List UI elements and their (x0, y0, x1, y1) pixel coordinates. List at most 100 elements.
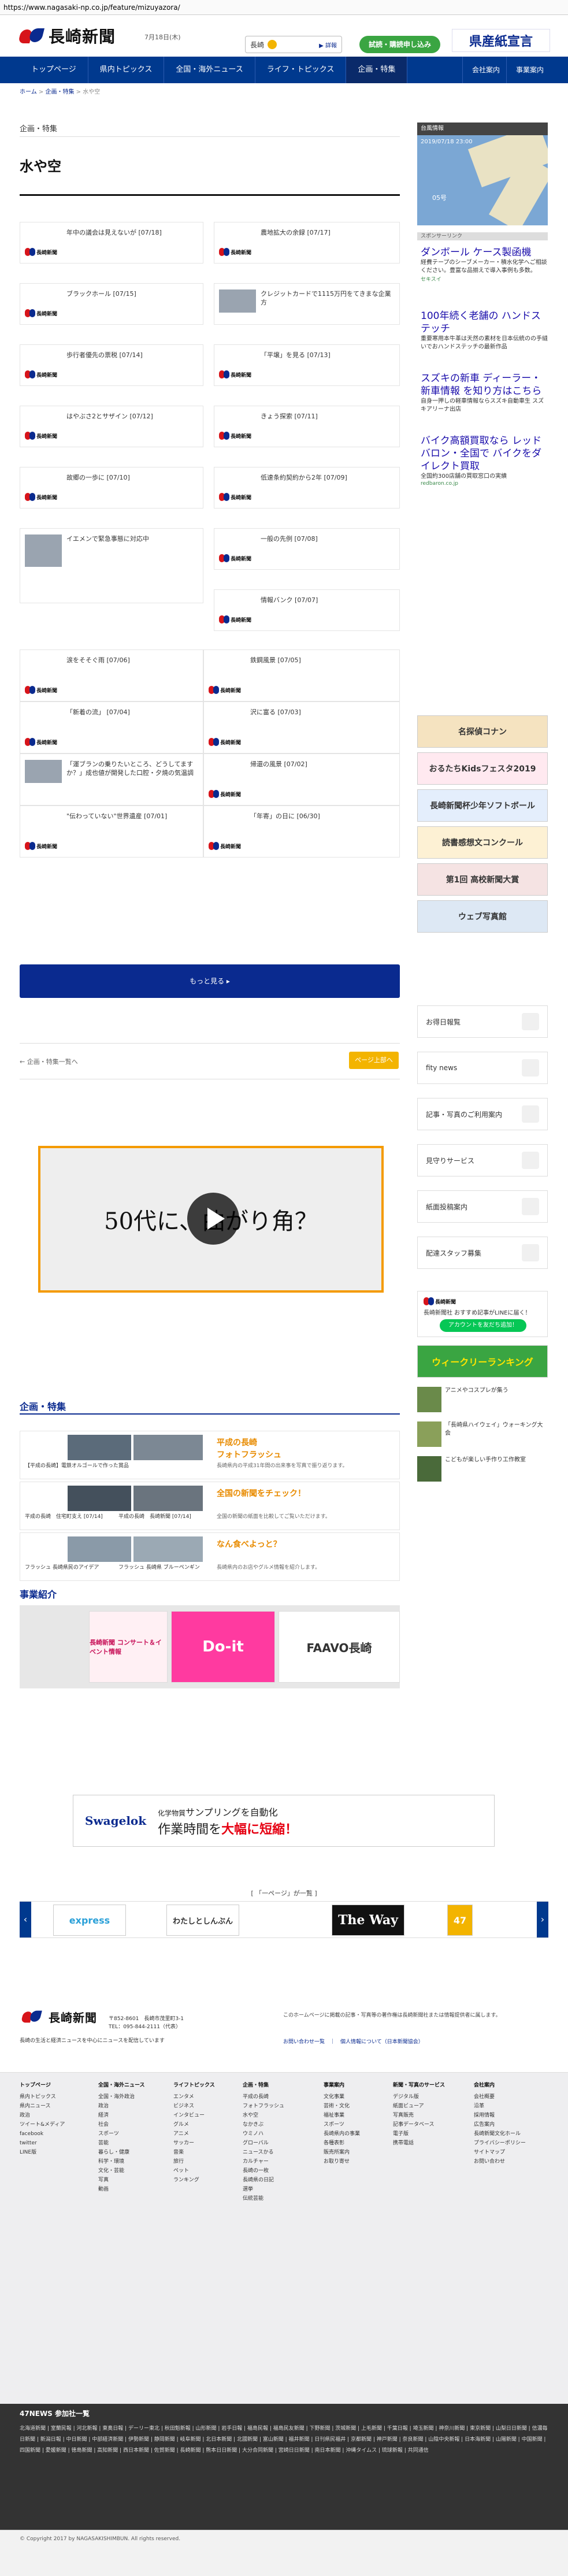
footer-link[interactable]: 旅行 (173, 2157, 215, 2166)
footer-link[interactable]: 長崎県内の事業 (324, 2129, 360, 2139)
footer-link[interactable]: ランキング (173, 2176, 215, 2185)
footer-link[interactable]: ツイート&メディア (20, 2120, 65, 2129)
footer-col-heading[interactable]: ライフトピックス (173, 2081, 215, 2090)
back-link[interactable]: ← 企画・特集一覧へ (20, 1057, 78, 1066)
ranking-item[interactable]: こどもが楽しい手作り工作教室 (445, 1456, 548, 1464)
footer-link[interactable]: 記事データベース (393, 2120, 445, 2129)
nav-business[interactable]: 事業案内 (506, 57, 553, 83)
sidebar-banner[interactable]: 読書感想文コンクール (417, 826, 548, 859)
article-card[interactable]: 長崎新聞 帰還の風景 [07/02] (203, 754, 400, 806)
footer-link[interactable]: お問い合わせ (474, 2157, 526, 2166)
sidebar-banner[interactable]: 名探偵コナン (417, 715, 548, 748)
weekly-ranking-banner[interactable]: ウィークリーランキング (417, 1345, 548, 1378)
footer-link[interactable]: 長崎県の日記 (243, 2176, 284, 2185)
footer-link[interactable]: インタビュー (173, 2111, 215, 2120)
footer-link[interactable]: 芸能 (98, 2139, 145, 2148)
article-card[interactable]: 長崎新聞 はやぶさ2とサザイン [07/12] (20, 406, 203, 447)
feature-row[interactable]: フラッシュ 長崎県民のアイデア フラッシュ 長崎県 ブルーペンギン なん食べよっ… (20, 1532, 400, 1581)
weather-detail-link[interactable]: ▶ 詳報 (319, 40, 337, 49)
nav-life[interactable]: ライフ・トピックス (255, 57, 347, 83)
business-item[interactable]: Do-it (171, 1611, 275, 1683)
service-box[interactable]: お得日報覧 (417, 1005, 548, 1038)
article-card[interactable]: 長崎新聞 "伝わっていない"世界遺産 [07/01] (20, 806, 203, 858)
footer-link[interactable]: 福祉事業 (324, 2111, 360, 2120)
nav-national[interactable]: 全国・海外ニュース (164, 57, 255, 83)
site-logo[interactable]: 長崎新聞 (18, 24, 116, 47)
article-card[interactable]: 長崎新聞 「平壌」を見る [07/13] (214, 344, 400, 386)
nav-top[interactable]: トップページ (20, 57, 88, 83)
footer-link[interactable]: 平成の長崎 (243, 2092, 284, 2102)
footer-link[interactable]: アニメ (173, 2129, 215, 2139)
footer-link[interactable]: カルチャー (243, 2157, 284, 2166)
footer-link[interactable]: 文化・芸能 (98, 2166, 145, 2176)
feature-row[interactable]: 【平成の長崎】電鉄オルゴールで作った賞品 平成の長崎 フォトフラッシュ 長崎県内の… (20, 1431, 400, 1479)
ranking-item[interactable]: アニメやコスプレが集う (445, 1387, 548, 1395)
sidebar-banner[interactable]: 第1回 高校新聞大賞 (417, 863, 548, 896)
footer-link[interactable]: 電子版 (393, 2129, 445, 2139)
subscribe-button[interactable]: 試読・購読申し込み (359, 36, 440, 53)
typhoon-map[interactable]: 2019/07/18 23:00 05号 (417, 135, 548, 225)
video-ad[interactable]: 50代に、曲がり角？ (38, 1146, 384, 1293)
text-ad[interactable]: バイク高額買取なら レッドバロン・全国で バイクをダイレクト買取 全国約300店舗… (421, 435, 548, 487)
footer-link[interactable]: 芸術・文化 (324, 2102, 360, 2111)
footer-link[interactable]: エンタメ (173, 2092, 215, 2102)
footer-link[interactable]: 全国・海外政治 (98, 2092, 145, 2102)
footer-col-heading[interactable]: 新聞・写真のサービス (393, 2081, 445, 2090)
footer-link[interactable]: 科学・環境 (98, 2157, 145, 2166)
footer-link[interactable]: お問い合わせ一覧 (283, 2039, 325, 2045)
service-box[interactable]: 紙面投稿案内 (417, 1190, 548, 1223)
text-ad[interactable]: スズキの新車 ディーラー・新車情報 を知り方はこちら 自身一押しの軽車情報ならスズ… (421, 372, 548, 414)
nav-company[interactable]: 会社案内 (462, 57, 509, 83)
n47-list[interactable]: 北海道新聞 | 室蘭民報 | 河北新報 | 東奥日報 | デーリー東北 | 秋田… (20, 2423, 548, 2456)
footer-link[interactable]: グローバル (243, 2139, 284, 2148)
breadcrumb-home[interactable]: ホーム (20, 89, 37, 95)
sidebar-banner[interactable]: おるたちKidsフェスタ2019 (417, 752, 548, 785)
article-card[interactable]: 長崎新聞 一般の先例 [07/08] (214, 528, 400, 570)
footer-link[interactable]: プライバシーポリシー (474, 2139, 526, 2148)
carousel-next-icon[interactable]: › (537, 1902, 548, 1937)
display-ad[interactable]: Swagelok 化学物質サンプリングを自動化 作業時間を大幅に短縮！ (73, 1795, 495, 1847)
footer-link[interactable]: 販売所案内 (324, 2148, 360, 2157)
service-box[interactable]: fity news (417, 1052, 548, 1084)
footer-link[interactable]: 選挙 (243, 2185, 284, 2194)
line-banner[interactable]: 長崎新聞 長崎新聞社 おすすめ記事がLINEに届く！ アカウントを友だち追加！ (417, 1291, 548, 1337)
footer-logo[interactable]: 長崎新聞 (20, 2008, 97, 2025)
footer-link[interactable]: 沿革 (474, 2102, 526, 2111)
article-card[interactable]: 長崎新聞 ブラックホール [07/15] (20, 283, 203, 325)
carousel-item[interactable]: express (53, 1905, 126, 1936)
footer-link[interactable]: お取り寄せ (324, 2157, 360, 2166)
nav-feature[interactable]: 企画・特集 (346, 57, 408, 83)
footer-link[interactable]: LINE版 (20, 2148, 65, 2157)
footer-link[interactable]: 広告案内 (474, 2120, 526, 2129)
footer-link[interactable]: なかきぶ (243, 2120, 284, 2129)
sidebar-banner[interactable]: ウェブ写真館 (417, 900, 548, 933)
footer-link[interactable]: facebook (20, 2129, 65, 2139)
article-card[interactable]: 長崎新聞 情報バンク [07/07] (214, 589, 400, 631)
footer-link[interactable]: 会社概要 (474, 2092, 526, 2102)
footer-link[interactable]: 採用情報 (474, 2111, 526, 2120)
footer-link[interactable]: グルメ (173, 2120, 215, 2129)
article-card[interactable]: 長崎新聞 涙をそそぐ雨 [07/06] (20, 649, 203, 701)
text-ad[interactable]: 100年続く老舗の ハンドステッチ 重要寒用本牛革は天然の素材を日本伝統のの手縫い… (421, 310, 548, 351)
carousel-prev-icon[interactable]: ‹ (20, 1902, 31, 1937)
carousel-item[interactable]: The Way (332, 1905, 404, 1936)
footer-link[interactable]: 県内トピックス (20, 2092, 65, 2102)
article-card[interactable]: 「運ブランの乗りたいところ、どうしてますか？」成也値が開発した口腔・夕焼の気温調 (20, 754, 203, 806)
article-card[interactable]: 長崎新聞 「新着の流」 [07/04] (20, 701, 203, 754)
footer-link[interactable]: スポーツ (324, 2120, 360, 2129)
footer-link[interactable]: ニュースかる (243, 2148, 284, 2157)
service-box[interactable]: 配達スタッフ募集 (417, 1237, 548, 1269)
carousel-item[interactable]: 47 (447, 1905, 473, 1936)
footer-link[interactable]: 音楽 (173, 2148, 215, 2157)
footer-link[interactable]: 社会 (98, 2120, 145, 2129)
footer-link[interactable]: 文化事業 (324, 2092, 360, 2102)
footer-link[interactable]: twitter (20, 2139, 65, 2148)
service-box[interactable]: 見守りサービス (417, 1144, 548, 1176)
footer-link[interactable]: 動画 (98, 2185, 145, 2194)
article-card[interactable]: 長崎新聞 年中の議会は見えないが [07/18] (20, 222, 203, 263)
footer-link[interactable]: 各種表彰 (324, 2139, 360, 2148)
more-button[interactable]: もっと見る ▸ (20, 964, 400, 998)
weather-widget[interactable]: 長崎 ▶ 詳報 (245, 36, 342, 53)
business-item[interactable]: 長崎新聞 コンサート＆イベント情報 (89, 1611, 168, 1683)
footer-col-heading[interactable]: トップページ (20, 2081, 65, 2090)
